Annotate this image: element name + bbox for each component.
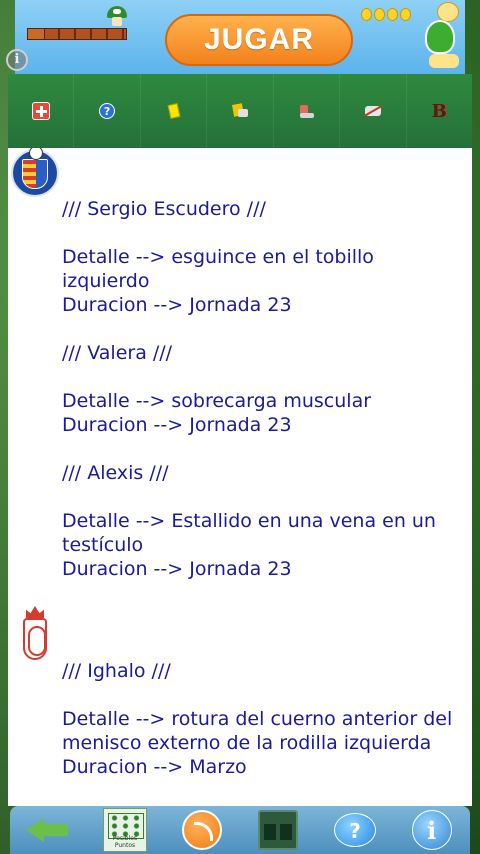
tab-yellow-cards[interactable] xyxy=(141,74,208,148)
injury-duration: Duracion --> Marzo xyxy=(62,756,247,778)
granada-crest-icon xyxy=(22,606,48,664)
yellow-card-icon xyxy=(167,103,180,119)
back-button[interactable] xyxy=(10,806,87,854)
injury-duration: Duracion --> Jornada 23 xyxy=(62,294,292,316)
scoreboard-button[interactable] xyxy=(240,806,317,854)
tab-doubts[interactable]: ? xyxy=(74,74,141,148)
injury-duration: Duracion --> Jornada 23 xyxy=(62,558,292,580)
player-name: /// Alexis /// xyxy=(62,462,169,484)
rss-button[interactable] xyxy=(163,806,240,854)
injury-detail: Detalle --> esguince en el tobillo izqui… xyxy=(62,246,380,292)
back-arrow-icon xyxy=(26,815,70,845)
tab-b[interactable]: B xyxy=(407,74,472,148)
injury-detail: Detalle --> Estallido en una vena en un … xyxy=(62,510,443,556)
player-name: /// Valera /// xyxy=(62,342,173,364)
category-toolbar: ? B xyxy=(8,74,472,148)
injury-duration: Duracion --> Jornada 23 xyxy=(62,414,292,436)
team-injuries-getafe: /// Sergio Escudero /// Detalle --> esgui… xyxy=(62,197,467,581)
card-swap-icon xyxy=(231,103,249,119)
tab-boot[interactable] xyxy=(274,74,341,148)
b-icon: B xyxy=(431,100,447,122)
lineup-button[interactable]: Posibles Puntos xyxy=(87,806,164,854)
mushroom-icon xyxy=(107,6,127,26)
suspension-icon xyxy=(363,104,383,118)
help-icon: ? xyxy=(334,813,377,847)
doubt-question-icon: ? xyxy=(99,103,116,119)
info-button[interactable]: i xyxy=(393,806,470,854)
getafe-crest-icon xyxy=(11,148,59,197)
player-name: /// Sergio Escudero /// xyxy=(62,198,266,220)
ad-play-button[interactable]: JUGAR xyxy=(165,14,353,66)
tab-card-swap[interactable] xyxy=(207,74,274,148)
koopa-character-icon xyxy=(423,2,463,74)
injury-detail: Detalle --> rotura del cuerno anterior d… xyxy=(62,708,459,754)
injury-list-panel[interactable]: /// Sergio Escudero /// Detalle --> esgui… xyxy=(8,148,472,806)
lineup-icon: Posibles Puntos xyxy=(103,808,147,852)
tab-suspensions[interactable] xyxy=(340,74,407,148)
team-injuries-granada: /// Ighalo /// Detalle --> rotura del cue… xyxy=(62,659,467,779)
bottom-navigation: Posibles Puntos ? i xyxy=(10,806,470,854)
player-name: /// Ighalo /// xyxy=(62,660,171,682)
brick-icon xyxy=(27,28,45,40)
lineup-caption: Posibles Puntos xyxy=(112,835,138,849)
help-button[interactable]: ? xyxy=(317,806,394,854)
coins-icon xyxy=(361,8,411,21)
injury-cross-icon xyxy=(31,102,50,120)
ad-info-icon[interactable]: i xyxy=(6,49,28,71)
info-icon: i xyxy=(411,810,452,850)
tab-injuries[interactable] xyxy=(8,74,75,148)
boot-icon xyxy=(297,103,315,119)
scoreboard-icon xyxy=(258,810,299,850)
injury-detail: Detalle --> sobrecarga muscular xyxy=(62,390,372,412)
ad-banner[interactable]: JUGAR xyxy=(15,0,465,74)
rss-icon xyxy=(181,810,222,850)
